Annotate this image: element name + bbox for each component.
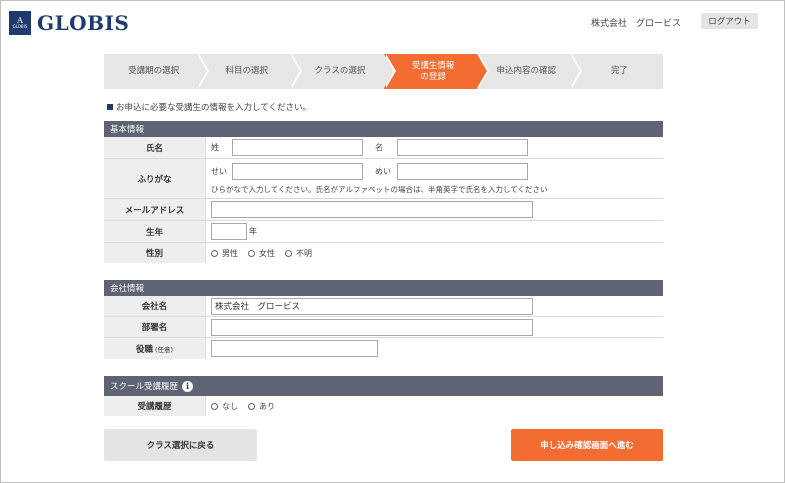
email-row: メールアドレス (104, 199, 663, 221)
furigana-label: ふりがな (104, 159, 206, 198)
company-row: 会社名 株式会社 グロービス (104, 296, 663, 317)
position-label: 役職 (任意) (104, 338, 206, 359)
name-row: 氏名 姓 名 (104, 137, 663, 159)
mei-label: 名 (375, 143, 383, 152)
gender-label: 性別 (104, 243, 206, 263)
radio-circle-icon (285, 249, 292, 257)
radio-circle-icon (211, 249, 218, 257)
instruction-text: お申込に必要な受講生の情報を入力してください。 (107, 101, 311, 113)
email-input[interactable] (211, 201, 533, 218)
radio-circle-icon (248, 402, 255, 410)
last-name-kana-input[interactable] (232, 162, 363, 180)
mei-kana-label: めい (375, 166, 391, 176)
birth-year-label: 生年 (104, 221, 206, 242)
radio-circle-icon (211, 402, 218, 410)
company-info-section: 会社情報 会社名 株式会社 グロービス 部署名 役職 (任意) (104, 280, 663, 359)
section-title: 会社情報 (104, 280, 663, 296)
company-input[interactable]: 株式会社 グロービス (211, 297, 533, 315)
step-indicator: 受講期の選択 科目の選択 クラスの選択 受講生情報 の登録 申込内容の確認 完了 (104, 54, 664, 89)
furigana-row: ふりがな せい めい ひらがなで入力してください。氏名がアルファベットの場合は、… (104, 159, 663, 199)
gender-unknown-radio[interactable]: 不明 (285, 248, 312, 259)
birth-year-input[interactable] (211, 223, 247, 240)
step-term-select: 受講期の選択 (104, 54, 210, 89)
history-row: 受講履歴 なし あり (104, 396, 663, 416)
section-title: 基本情報 (104, 121, 663, 137)
gender-row: 性別 男性 女性 不明 (104, 243, 663, 263)
section-title: スクール受講履歴 i (104, 376, 663, 396)
back-to-class-button[interactable]: クラス選択に戻る (104, 429, 257, 461)
step-confirm: 申込内容の確認 (476, 54, 583, 89)
email-label: メールアドレス (104, 199, 206, 220)
step-class-select: クラスの選択 (290, 54, 396, 89)
square-bullet-icon (107, 104, 113, 110)
name-label: 氏名 (104, 137, 206, 158)
logo-mark-icon: A GLOBIS (9, 11, 31, 35)
birth-year-row: 生年 年 (104, 221, 663, 243)
first-name-input[interactable] (397, 139, 528, 156)
first-name-kana-input[interactable] (397, 162, 528, 180)
page-frame: A GLOBIS GLOBIS 株式会社 グロービス ログアウト 受講期の選択 … (0, 0, 785, 483)
department-label: 部署名 (104, 317, 206, 337)
history-yes-radio[interactable]: あり (248, 401, 275, 412)
optional-tag: (任意) (154, 345, 174, 354)
history-label: 受講履歴 (104, 396, 206, 416)
sei-kana-label: せい (211, 166, 227, 176)
history-none-radio[interactable]: なし (211, 401, 238, 412)
basic-info-section: 基本情報 氏名 姓 名 ふりがな せい めい ひらがなで入力してください。氏名が… (104, 121, 663, 263)
step-student-info: 受講生情報 の登録 (383, 54, 489, 89)
step-subject-select: 科目の選択 (197, 54, 303, 89)
logo-text: GLOBIS (37, 11, 130, 35)
logout-button[interactable]: ログアウト (701, 13, 758, 29)
info-icon[interactable]: i (182, 380, 194, 392)
sei-label: 姓 (211, 143, 219, 152)
gender-male-radio[interactable]: 男性 (211, 248, 238, 259)
step-complete: 完了 (569, 54, 664, 89)
position-input[interactable] (211, 340, 378, 357)
company-label: 会社名 (104, 296, 206, 316)
gender-female-radio[interactable]: 女性 (248, 248, 275, 259)
radio-circle-icon (248, 249, 255, 257)
department-row: 部署名 (104, 317, 663, 338)
globis-logo[interactable]: A GLOBIS GLOBIS (9, 11, 129, 35)
last-name-input[interactable] (232, 139, 363, 156)
position-row: 役職 (任意) (104, 338, 663, 359)
proceed-to-confirm-button[interactable]: 申し込み確認画面へ進む (511, 429, 663, 461)
furigana-note: ひらがなで入力してください。氏名がアルファベットの場合は、半角英字で氏名を入力し… (211, 184, 548, 194)
school-history-section: スクール受講履歴 i 受講履歴 なし あり (104, 376, 663, 416)
department-input[interactable] (211, 318, 533, 336)
birth-year-unit: 年 (249, 227, 257, 236)
user-company-name: 株式会社 グロービス (591, 19, 682, 29)
